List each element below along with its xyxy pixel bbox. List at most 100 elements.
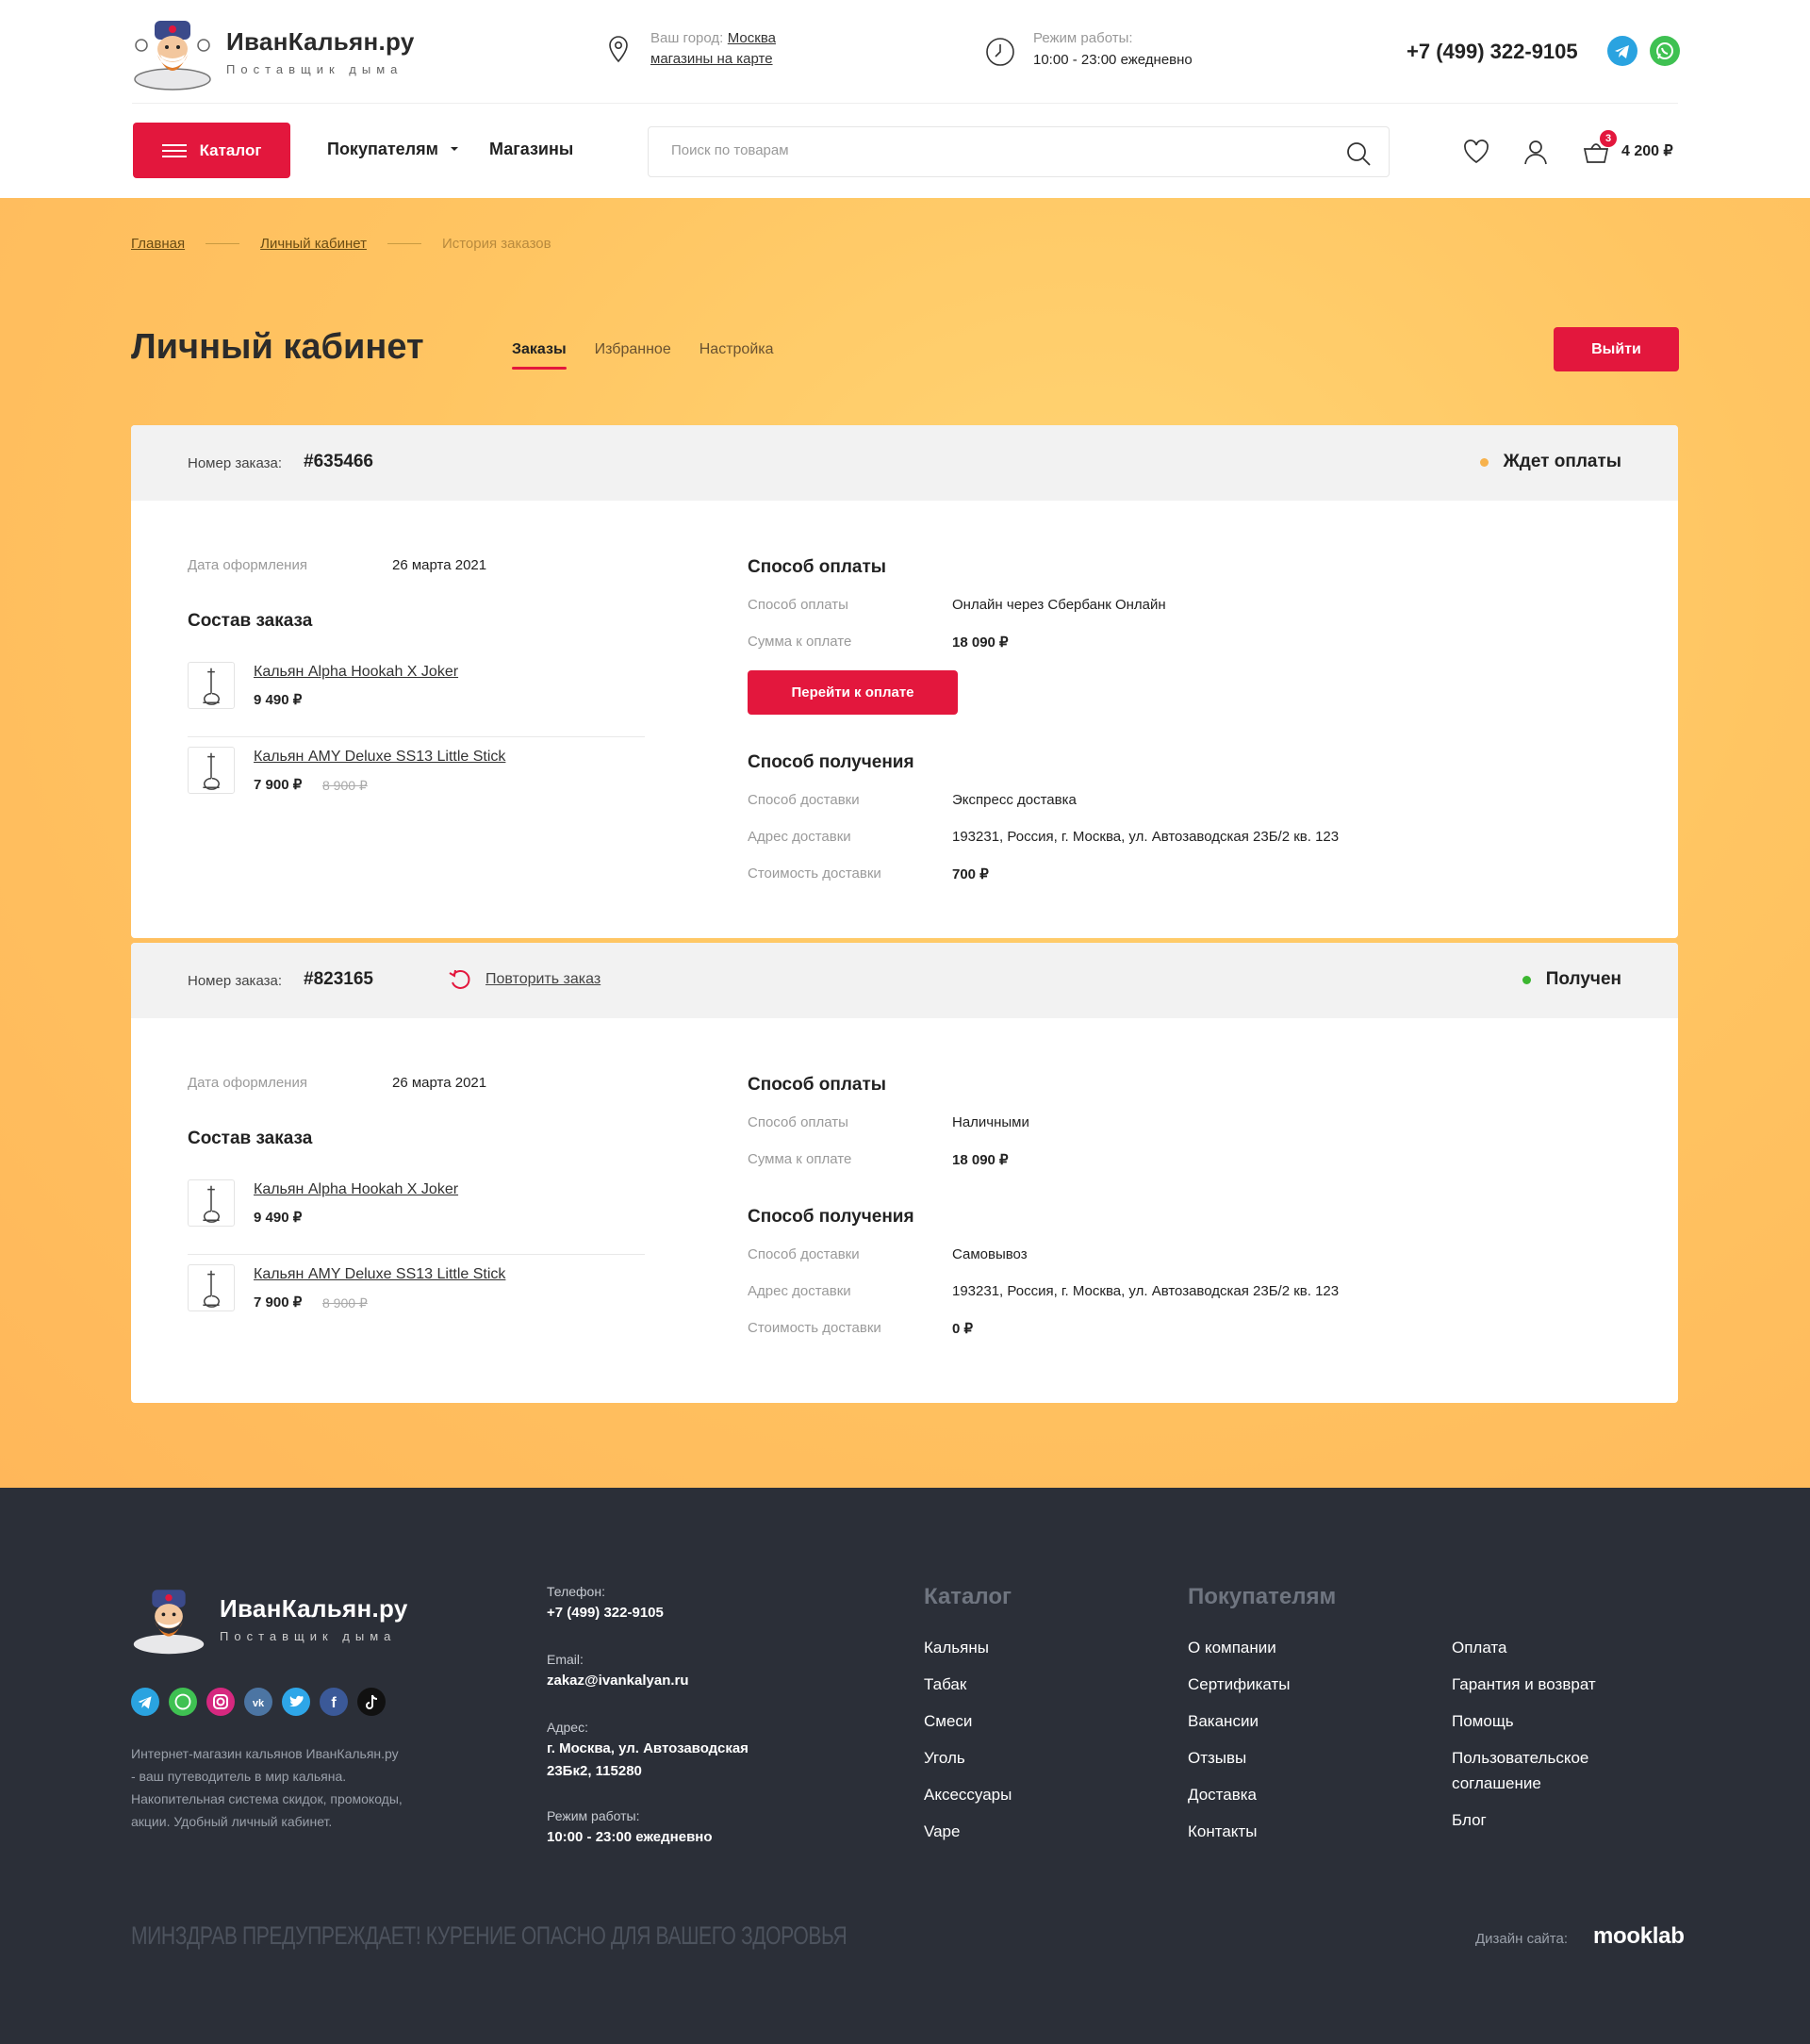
repeat-order-label: Повторить заказ bbox=[485, 971, 601, 987]
footer-link-warranty[interactable]: Гарантия и возврат bbox=[1452, 1672, 1596, 1697]
footer-logo[interactable]: ИванКальян.ру Поставщик дыма bbox=[131, 1582, 408, 1656]
footer-link-agreement[interactable]: Пользовательское соглашение bbox=[1452, 1745, 1621, 1796]
payment-section-title: Способ оплаты bbox=[748, 557, 886, 577]
hookah-thumbnail-icon[interactable] bbox=[188, 1179, 235, 1227]
amount-due: 18 090 ₽ bbox=[952, 1152, 1009, 1168]
telegram-icon[interactable] bbox=[131, 1688, 159, 1716]
footer-link-vacancies[interactable]: Вакансии bbox=[1188, 1708, 1259, 1734]
order-date: 26 марта 2021 bbox=[392, 557, 487, 573]
logo-title: ИванКальян.ру bbox=[226, 27, 415, 56]
stores-map-link[interactable]: магазины на карте bbox=[650, 51, 773, 67]
svg-text:f: f bbox=[331, 1695, 337, 1711]
facebook-icon[interactable]: f bbox=[320, 1688, 348, 1716]
footer-link-help[interactable]: Помощь bbox=[1452, 1708, 1514, 1734]
go-to-payment-button[interactable]: Перейти к оплате bbox=[748, 670, 958, 715]
city-select-link[interactable]: Москва bbox=[728, 30, 776, 46]
delivery-method-label: Способ доставки bbox=[748, 1246, 860, 1262]
order-status: Получен bbox=[1522, 969, 1621, 990]
hookah-thumbnail-icon[interactable] bbox=[188, 747, 235, 794]
order-item-name-link[interactable]: Кальян AMY Deluxe SS13 Little Stick bbox=[254, 749, 505, 766]
order-item-price: 7 900 ₽ bbox=[254, 777, 303, 793]
catalog-button[interactable]: Каталог bbox=[133, 123, 290, 178]
payment-method-label: Способ оплаты bbox=[748, 1114, 848, 1130]
footer-link-about[interactable]: О компании bbox=[1188, 1635, 1276, 1660]
breadcrumb-account-link[interactable]: Личный кабинет bbox=[260, 236, 367, 252]
footer-link-contacts[interactable]: Контакты bbox=[1188, 1819, 1257, 1844]
footer-link-blog[interactable]: Блог bbox=[1452, 1807, 1487, 1833]
footer-link-accessories[interactable]: Аксессуары bbox=[924, 1782, 1012, 1807]
design-credit-brand[interactable]: mooklab bbox=[1593, 1923, 1685, 1950]
whatsapp-icon[interactable] bbox=[169, 1688, 197, 1716]
delivery-address: 193231, Россия, г. Москва, ул. Автозавод… bbox=[952, 829, 1340, 845]
repeat-order-link[interactable]: Повторить заказ bbox=[448, 967, 601, 992]
header-phone[interactable]: +7 (499) 322-9105 bbox=[1407, 40, 1578, 64]
order-number-label: Номер заказа: bbox=[188, 973, 283, 989]
footer-email[interactable]: zakaz@ivankalyan.ru bbox=[547, 1670, 689, 1692]
status-dot-icon bbox=[1479, 457, 1489, 467]
footer-catalog-title: Каталог bbox=[924, 1584, 1012, 1609]
health-warning: МИНЗДРАВ ПРЕДУПРЕЖДАЕТ! КУРЕНИЕ ОПАСНО Д… bbox=[131, 1921, 847, 1950]
hookah-thumbnail-icon[interactable] bbox=[188, 662, 235, 709]
footer-link-mixes[interactable]: Смеси bbox=[924, 1708, 972, 1734]
nav-buyers-dropdown[interactable]: Покупателям bbox=[327, 140, 460, 159]
heart-favorites-icon[interactable] bbox=[1462, 138, 1490, 166]
order-status-label: Ждет оплаты bbox=[1503, 452, 1621, 471]
page-title: Личный кабинет bbox=[131, 327, 424, 367]
footer-address-line2: 23Бк2, 115280 bbox=[547, 1763, 642, 1779]
cart-sum[interactable]: 4 200 ₽ bbox=[1621, 141, 1673, 160]
order-item-name-link[interactable]: Кальян Alpha Hookah X Joker bbox=[254, 664, 458, 681]
design-credit-label: Дизайн сайта: bbox=[1475, 1931, 1569, 1947]
delivery-cost-label: Стоимость доставки bbox=[748, 865, 881, 882]
footer-link-payment[interactable]: Оплата bbox=[1452, 1635, 1506, 1660]
tab-settings[interactable]: Настройка bbox=[699, 341, 774, 370]
account-section: Главная Личный кабинет История заказов Л… bbox=[0, 198, 1810, 1488]
footer: ИванКальян.ру Поставщик дыма vk f Интерн… bbox=[0, 1488, 1810, 2044]
hours-label: Режим работы: bbox=[1033, 30, 1133, 46]
order-item-name-link[interactable]: Кальян Alpha Hookah X Joker bbox=[254, 1181, 458, 1198]
search-input[interactable] bbox=[671, 142, 1312, 158]
footer-link-tobacco[interactable]: Табак bbox=[924, 1672, 966, 1697]
order-card: Номер заказа: #635466 Ждет оплаты Дата о… bbox=[131, 425, 1678, 938]
search-icon[interactable] bbox=[1345, 140, 1372, 167]
delivery-cost-label: Стоимость доставки bbox=[748, 1320, 881, 1336]
delivery-section-title: Способ получения bbox=[748, 1207, 914, 1227]
footer-email-label: Email: bbox=[547, 1652, 584, 1667]
footer-link-vape[interactable]: Vape bbox=[924, 1819, 960, 1844]
breadcrumb: Главная Личный кабинет История заказов bbox=[131, 236, 551, 252]
telegram-icon[interactable] bbox=[1607, 36, 1637, 66]
delivery-method: Экспресс доставка bbox=[952, 792, 1077, 808]
logo[interactable]: ИванКальян.ру Поставщик дыма bbox=[132, 13, 415, 91]
order-number: #823165 bbox=[304, 969, 373, 989]
hookah-thumbnail-icon[interactable] bbox=[188, 1264, 235, 1311]
order-date: 26 марта 2021 bbox=[392, 1075, 487, 1091]
tiktok-icon[interactable] bbox=[357, 1688, 386, 1716]
order-item-price: 7 900 ₽ bbox=[254, 1294, 303, 1310]
logo-subtitle: Поставщик дыма bbox=[226, 62, 403, 76]
order-item-old-price: 8 900 ₽ bbox=[322, 1295, 368, 1310]
footer-link-reviews[interactable]: Отзывы bbox=[1188, 1745, 1246, 1771]
tab-orders[interactable]: Заказы bbox=[512, 341, 567, 370]
order-status-label: Получен bbox=[1545, 969, 1621, 989]
footer-buyers-title: Покупателям bbox=[1188, 1584, 1337, 1609]
order-item-name-link[interactable]: Кальян AMY Deluxe SS13 Little Stick bbox=[254, 1266, 505, 1283]
delivery-cost: 0 ₽ bbox=[952, 1321, 974, 1337]
tab-favorites[interactable]: Избранное bbox=[595, 341, 671, 370]
order-number-label: Номер заказа: bbox=[188, 455, 283, 471]
instagram-icon[interactable] bbox=[206, 1688, 235, 1716]
footer-link-hookahs[interactable]: Кальяны bbox=[924, 1635, 989, 1660]
whatsapp-icon[interactable] bbox=[1650, 36, 1680, 66]
vk-icon[interactable]: vk bbox=[244, 1688, 272, 1716]
nav-stores-link[interactable]: Магазины bbox=[489, 140, 573, 159]
footer-hours-label: Режим работы: bbox=[547, 1808, 640, 1823]
user-profile-icon[interactable] bbox=[1522, 138, 1550, 166]
footer-link-delivery[interactable]: Доставка bbox=[1188, 1782, 1257, 1807]
breadcrumb-home-link[interactable]: Главная bbox=[131, 236, 185, 252]
twitter-icon[interactable] bbox=[282, 1688, 310, 1716]
logout-button[interactable]: Выйти bbox=[1554, 327, 1679, 371]
hours-value: 10:00 - 23:00 ежедневно bbox=[1033, 52, 1193, 68]
footer-link-coal[interactable]: Уголь bbox=[924, 1745, 965, 1771]
delivery-section-title: Способ получения bbox=[748, 752, 914, 772]
footer-phone[interactable]: +7 (499) 322-9105 bbox=[547, 1602, 664, 1624]
delivery-address-label: Адрес доставки bbox=[748, 829, 851, 845]
footer-link-certificates[interactable]: Сертификаты bbox=[1188, 1672, 1290, 1697]
